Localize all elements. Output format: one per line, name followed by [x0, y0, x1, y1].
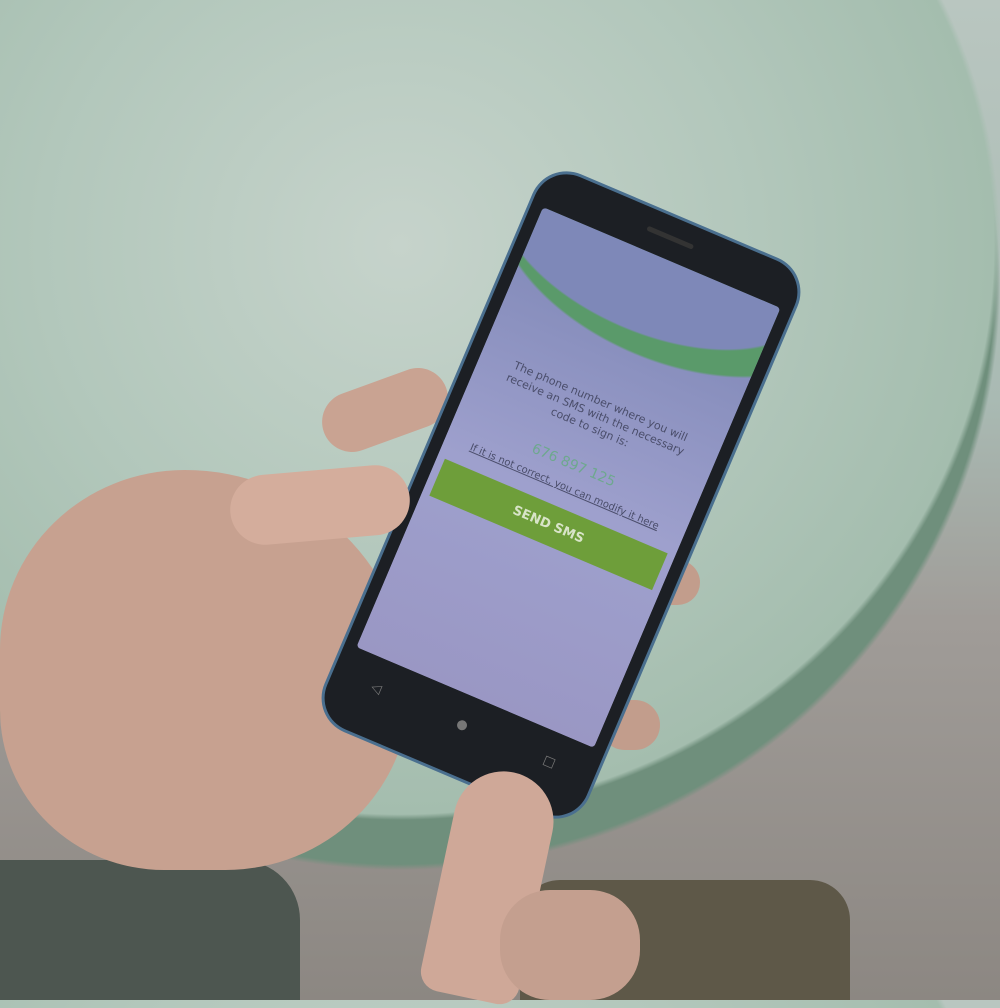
left-thumb: [227, 462, 413, 548]
back-icon[interactable]: ◁: [369, 679, 384, 697]
home-icon[interactable]: ●: [454, 716, 470, 734]
speaker: [646, 225, 695, 250]
phone-screen: The phone number where you will receive …: [356, 207, 781, 748]
patterned-cloth: [0, 860, 300, 1000]
sms-message: The phone number where you will receive …: [504, 358, 690, 458]
recents-icon[interactable]: □: [541, 752, 558, 771]
right-hand: [500, 890, 640, 1000]
